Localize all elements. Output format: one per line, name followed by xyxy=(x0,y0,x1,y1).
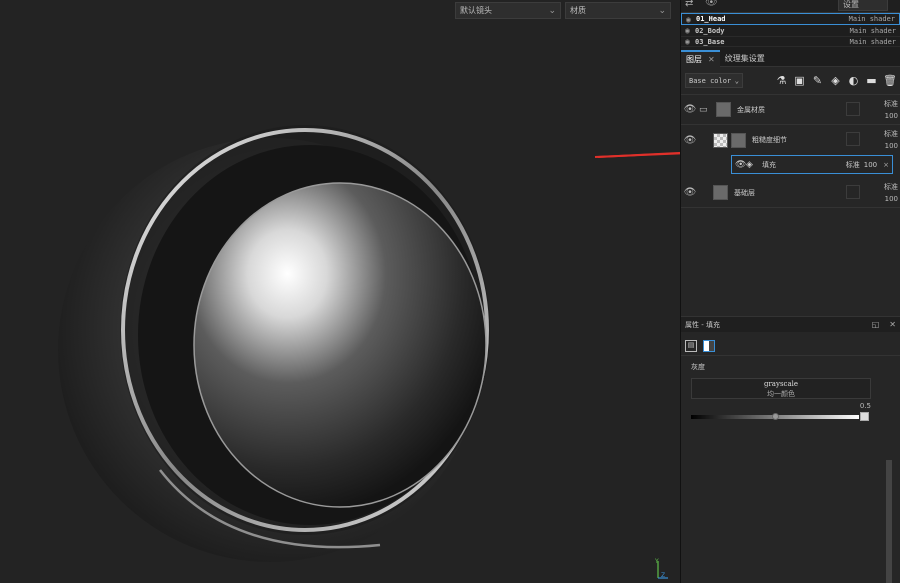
texture-set-name: 03_Base xyxy=(695,37,725,46)
fill-opacity[interactable]: 100 xyxy=(864,161,877,169)
trash-icon[interactable]: 🗑 xyxy=(883,74,897,87)
fill-blend-mode[interactable]: 标准 xyxy=(846,160,860,170)
close-icon[interactable]: × xyxy=(883,161,889,169)
tab-layers[interactable]: 图层 ✕ xyxy=(681,49,720,67)
settings-select[interactable]: 设置 xyxy=(838,0,888,11)
eye-icon[interactable]: 👁 xyxy=(681,104,699,115)
close-icon[interactable]: ✕ xyxy=(708,55,715,64)
opacity-value[interactable]: 100 xyxy=(885,142,898,150)
texture-set-item[interactable]: ◉ 01_Head Main shader xyxy=(681,13,900,25)
grayscale-channel-icon[interactable] xyxy=(703,339,715,352)
right-panel: ⇄ 👁 设置 ◉ 01_Head Main shader ◉ 02_Body M… xyxy=(680,0,900,583)
close-icon[interactable]: ✕ xyxy=(889,320,896,329)
tab-layers-label: 图层 xyxy=(686,54,702,64)
layer-name: 粗糙度细节 xyxy=(752,136,787,144)
folder-icon[interactable]: ▬ xyxy=(865,74,878,87)
eye-icon[interactable]: ◉ xyxy=(685,26,695,35)
properties-title: 属性 - 填充 xyxy=(685,320,720,329)
fill-settings-icon[interactable]: ▤ xyxy=(685,339,697,352)
channel-select-label: Base color xyxy=(689,76,732,85)
texture-set-name: 01_Head xyxy=(696,15,726,23)
link-icon[interactable]: ⇄ xyxy=(685,0,693,9)
blend-mode[interactable]: 标准 xyxy=(884,129,898,139)
folder-icon: ▭ xyxy=(699,104,708,115)
texture-set-shader: Main shader xyxy=(848,15,895,23)
tab-texture-set-settings-label: 纹理集设置 xyxy=(724,53,765,63)
layer-name: 金属材质 xyxy=(737,105,765,114)
eye-icon[interactable]: 👁 xyxy=(681,135,699,146)
axis-gizmo: Y Z xyxy=(654,558,668,579)
texture-set-item[interactable]: ◉ 03_Base Main shader xyxy=(681,37,900,47)
grayscale-section-label: 灰度 xyxy=(691,363,705,371)
texture-set-shader: Main shader xyxy=(849,26,896,35)
mask-slot xyxy=(846,132,860,146)
chevron-down-icon: ⌄ xyxy=(658,5,666,16)
sphere-render xyxy=(58,125,680,562)
layer-tabs: 图层 ✕ 纹理集设置 xyxy=(681,49,900,67)
layer-thumbnail xyxy=(713,185,728,200)
settings-label: 设置 xyxy=(843,0,859,9)
chevron-down-icon: ⌄ xyxy=(734,76,739,85)
eye-icon[interactable]: 👁 xyxy=(681,187,699,198)
add-mask-icon[interactable]: ▣ xyxy=(793,74,806,87)
3d-viewport[interactable]: 默认镜头 ⌄ 材质 ⌄ Y Z xyxy=(0,0,680,583)
undock-icon[interactable]: ◱ xyxy=(872,320,880,329)
layer-row[interactable]: 👁 ▭ 金属材质 标准 100 xyxy=(681,95,900,125)
eye-icon[interactable]: 👁 xyxy=(735,160,746,170)
blend-mode[interactable]: 标准 xyxy=(884,99,898,109)
eye-icon[interactable]: 👁 xyxy=(705,0,718,8)
layer-row[interactable]: 👁 基础层 标准 100 xyxy=(681,178,900,208)
grayscale-value[interactable]: 0.5 xyxy=(691,402,871,410)
eye-icon[interactable]: ◉ xyxy=(685,37,695,46)
texture-set-name: 02_Body xyxy=(695,26,725,35)
color-picker-icon[interactable] xyxy=(860,412,869,421)
grayscale-subtitle: 均一颜色 xyxy=(767,390,795,398)
material-icon[interactable]: ◐ xyxy=(847,74,860,87)
view-mode-label: 材质 xyxy=(570,6,586,15)
texture-set-item[interactable]: ◉ 02_Body Main shader xyxy=(681,25,900,37)
axis-y-label: Y xyxy=(654,558,659,565)
opacity-value[interactable]: 100 xyxy=(885,112,898,120)
grayscale-title: grayscale xyxy=(763,380,799,388)
slider-knob[interactable] xyxy=(772,413,779,420)
mask-slot xyxy=(846,184,860,199)
add-effect-icon[interactable]: ⚗ xyxy=(775,74,788,87)
blend-mode[interactable]: 标准 xyxy=(884,182,898,192)
properties-tabs: ▤ xyxy=(681,336,900,356)
layer-toolbar: Base color ⌄ ⚗ ▣ ✎ ◈ ◐ ▬ 🗑 xyxy=(681,67,900,95)
mask-slot xyxy=(846,101,860,116)
fill-effect-row[interactable]: 👁 ◈ 填充 标准 100 × xyxy=(731,155,893,174)
layer-thumbnail xyxy=(716,102,731,117)
properties-header: 属性 - 填充 ◱ ✕ xyxy=(681,316,900,332)
texture-set-shader: Main shader xyxy=(849,37,896,46)
fill-effect-name: 填充 xyxy=(762,160,776,169)
channel-select[interactable]: Base color ⌄ xyxy=(685,73,743,88)
texture-set-list: ◉ 01_Head Main shader ◉ 02_Body Main sha… xyxy=(681,12,900,50)
tab-texture-set-settings[interactable]: 纹理集设置 xyxy=(720,50,770,67)
paint-layer-icon[interactable]: ✎ xyxy=(811,74,824,87)
chevron-down-icon: ⌄ xyxy=(548,5,556,16)
view-mode-select[interactable]: 材质 ⌄ xyxy=(565,2,671,19)
fill-bucket-icon: ◈ xyxy=(746,159,753,170)
grayscale-slider[interactable] xyxy=(691,412,869,422)
camera-select-label: 默认镜头 xyxy=(460,6,492,15)
mask-thumbnail xyxy=(731,132,746,148)
camera-select[interactable]: 默认镜头 ⌄ xyxy=(455,2,561,19)
texture-set-toolbar: ⇄ 👁 设置 xyxy=(681,0,900,12)
eye-icon[interactable]: ◉ xyxy=(686,15,696,24)
axis-z-label: Z xyxy=(661,572,665,579)
grayscale-resource-button[interactable]: grayscale 均一颜色 xyxy=(691,378,871,399)
fill-layer-icon[interactable]: ◈ xyxy=(829,74,842,87)
layer-row[interactable]: 👁 粗糙度细节 标准 100 xyxy=(681,125,900,155)
opacity-value[interactable]: 100 xyxy=(885,195,898,203)
scrollbar[interactable] xyxy=(886,460,892,583)
grayscale-section: 灰度 grayscale 均一颜色 0.5 xyxy=(691,362,883,422)
layer-name: 基础层 xyxy=(734,188,755,197)
layer-thumbnail xyxy=(713,132,728,148)
